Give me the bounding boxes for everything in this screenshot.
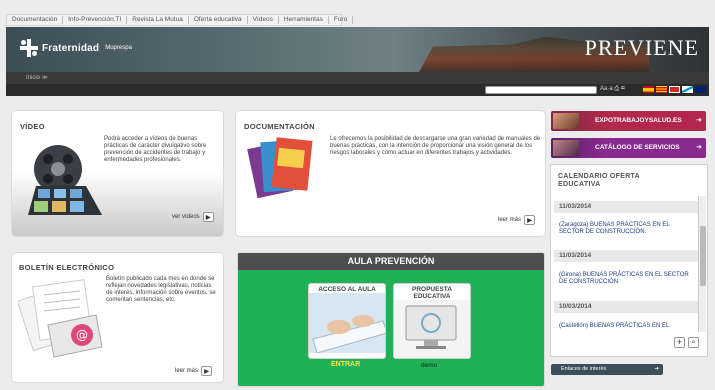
flag-galicia-icon[interactable]: [682, 86, 693, 93]
expo-banner-label: EXPOTRABAJOYSALUD.ES: [595, 117, 682, 124]
flag-basque-icon[interactable]: [669, 86, 680, 93]
expo-banner-image: [553, 113, 579, 129]
arrow-right-icon: ➜: [654, 366, 659, 372]
arrow-right-icon: ➜: [696, 117, 702, 124]
monitor-icon: [394, 300, 470, 358]
breadcrumb[interactable]: Inicio ≫: [6, 72, 709, 84]
calendar-panel: CALENDARIO OFERTA EDUCATIVA 11/03/2014 (…: [550, 164, 708, 357]
arrow-right-icon: ▶: [524, 215, 536, 225]
nav-item[interactable]: Revista La Mutua: [127, 16, 189, 24]
nav-item[interactable]: Documentación: [7, 16, 64, 24]
top-navigation: Documentación Info-Prevención.TI Revista L…: [6, 14, 354, 26]
flag-spain-icon[interactable]: [643, 86, 654, 93]
calendar-title: CALENDARIO OFERTA EDUCATIVA: [558, 173, 640, 188]
propuesta-educativa-label: PROPUESTA EDUCATIVA: [412, 286, 452, 300]
acceso-aula-card[interactable]: ACCESO AL AULA: [308, 283, 386, 359]
nav-item[interactable]: Herramientas: [279, 16, 329, 24]
catalogo-banner-label: CATÁLOGO DE SERVICIOS: [595, 144, 680, 151]
nav-item[interactable]: Foro: [329, 16, 354, 24]
documentacion-title: DOCUMENTACIÓN: [244, 122, 315, 131]
calendar-date: 11/03/2014: [554, 250, 699, 262]
boletin-more-label: leer más: [175, 368, 199, 374]
nav-item[interactable]: Oferta educativa: [189, 16, 248, 24]
calendar-date: 11/03/2014: [554, 201, 699, 213]
arrow-right-icon: ▶: [201, 366, 213, 376]
aula-prevencion-panel: AULA PREVENCIÓN ACCESO AL AULA ENTRAR PR…: [237, 252, 545, 387]
documentacion-panel: DOCUMENTACIÓN Le ofrecemos la posibilida…: [235, 110, 546, 237]
site-header: Fraternidad Muprespa PREVIENE: [6, 27, 709, 72]
logo-subname: Muprespa: [105, 45, 132, 51]
documentacion-more-label: leer más: [498, 217, 522, 223]
propuesta-educativa-card[interactable]: PROPUESTA EDUCATIVA: [393, 283, 471, 359]
site-logo[interactable]: Fraternidad Muprespa: [20, 39, 132, 57]
nav-item[interactable]: Vídeos: [248, 16, 279, 24]
boletin-more-link[interactable]: leer más ▶: [175, 366, 213, 376]
film-reel-icon: [28, 145, 102, 215]
calendar-date: 10/03/2014: [554, 301, 699, 313]
enlaces-interes-label: Enlaces de interés: [561, 366, 607, 372]
expotrabajo-banner[interactable]: EXPOTRABAJOYSALUD.ES ➜: [551, 111, 706, 131]
video-more-label: ver vídeos: [172, 214, 200, 220]
search-input[interactable]: [485, 86, 597, 94]
film-reel-icon: [25, 235, 109, 237]
newsletter-envelope-icon: @: [18, 279, 103, 358]
arrow-right-icon: ➜: [696, 144, 702, 151]
documentacion-description: Le ofrecemos la posibilidad de descargar…: [330, 136, 541, 156]
manuals-stack-icon: [247, 137, 313, 199]
calendar-event-link[interactable]: (Girona) BUENAS PRÁCTICAS EN EL SECTOR D…: [554, 272, 694, 286]
documentacion-more-link[interactable]: leer más ▶: [498, 215, 536, 225]
nav-item[interactable]: Info-Prevención.TI: [63, 16, 128, 24]
calendar-scrollbar[interactable]: [698, 196, 706, 332]
keyboard-hands-icon: [309, 293, 385, 354]
plus-icon[interactable]: +: [674, 337, 685, 348]
svg-text:@: @: [76, 328, 88, 342]
language-flags: [643, 86, 706, 93]
fraternidad-logo-icon: [20, 39, 38, 57]
search-icon[interactable]: ⌕: [688, 337, 699, 348]
calendar-event-link[interactable]: (Castellón) BUENAS PRÁCTICAS EN EL: [554, 323, 694, 330]
boletin-description: Boletín publicado cada mes en donde se r…: [106, 276, 216, 303]
text-tools[interactable]: Aa·a ⎙ ✉: [600, 86, 625, 93]
catalogo-banner[interactable]: CATÁLOGO DE SERVICIOS ➜: [551, 138, 706, 158]
enlaces-interes-button[interactable]: Enlaces de interés ➜: [551, 364, 663, 375]
arrow-right-icon: ▶: [202, 212, 214, 222]
video-title: VÍDEO: [20, 122, 45, 131]
flag-uk-icon[interactable]: [695, 86, 706, 93]
calendar-event-link[interactable]: (Zaragoza) BUENAS PRÁCTICAS EN EL SECTOR…: [554, 222, 694, 236]
logo-name: Fraternidad: [42, 42, 100, 54]
acceso-aula-label: ACCESO AL AULA: [318, 286, 376, 293]
catalogo-banner-image: [553, 140, 579, 156]
video-more-link[interactable]: ver vídeos ▶: [172, 212, 214, 222]
video-description: Podrá acceder a vídeos de buenas práctic…: [104, 136, 207, 163]
boletin-panel: BOLETÍN ELECTRÓNICO @ Boletín publicado …: [11, 252, 224, 383]
boletin-title: BOLETÍN ELECTRÓNICO: [19, 263, 115, 272]
demo-link[interactable]: demo: [421, 362, 437, 369]
flag-catalonia-icon[interactable]: [656, 86, 667, 93]
brand-title[interactable]: PREVIENE: [585, 35, 699, 61]
aula-title: AULA PREVENCIÓN: [238, 253, 544, 270]
entrar-link[interactable]: ENTRAR: [331, 361, 360, 368]
video-panel: VÍDEO Podrá acceder a vídeos de buenas p…: [11, 110, 224, 237]
